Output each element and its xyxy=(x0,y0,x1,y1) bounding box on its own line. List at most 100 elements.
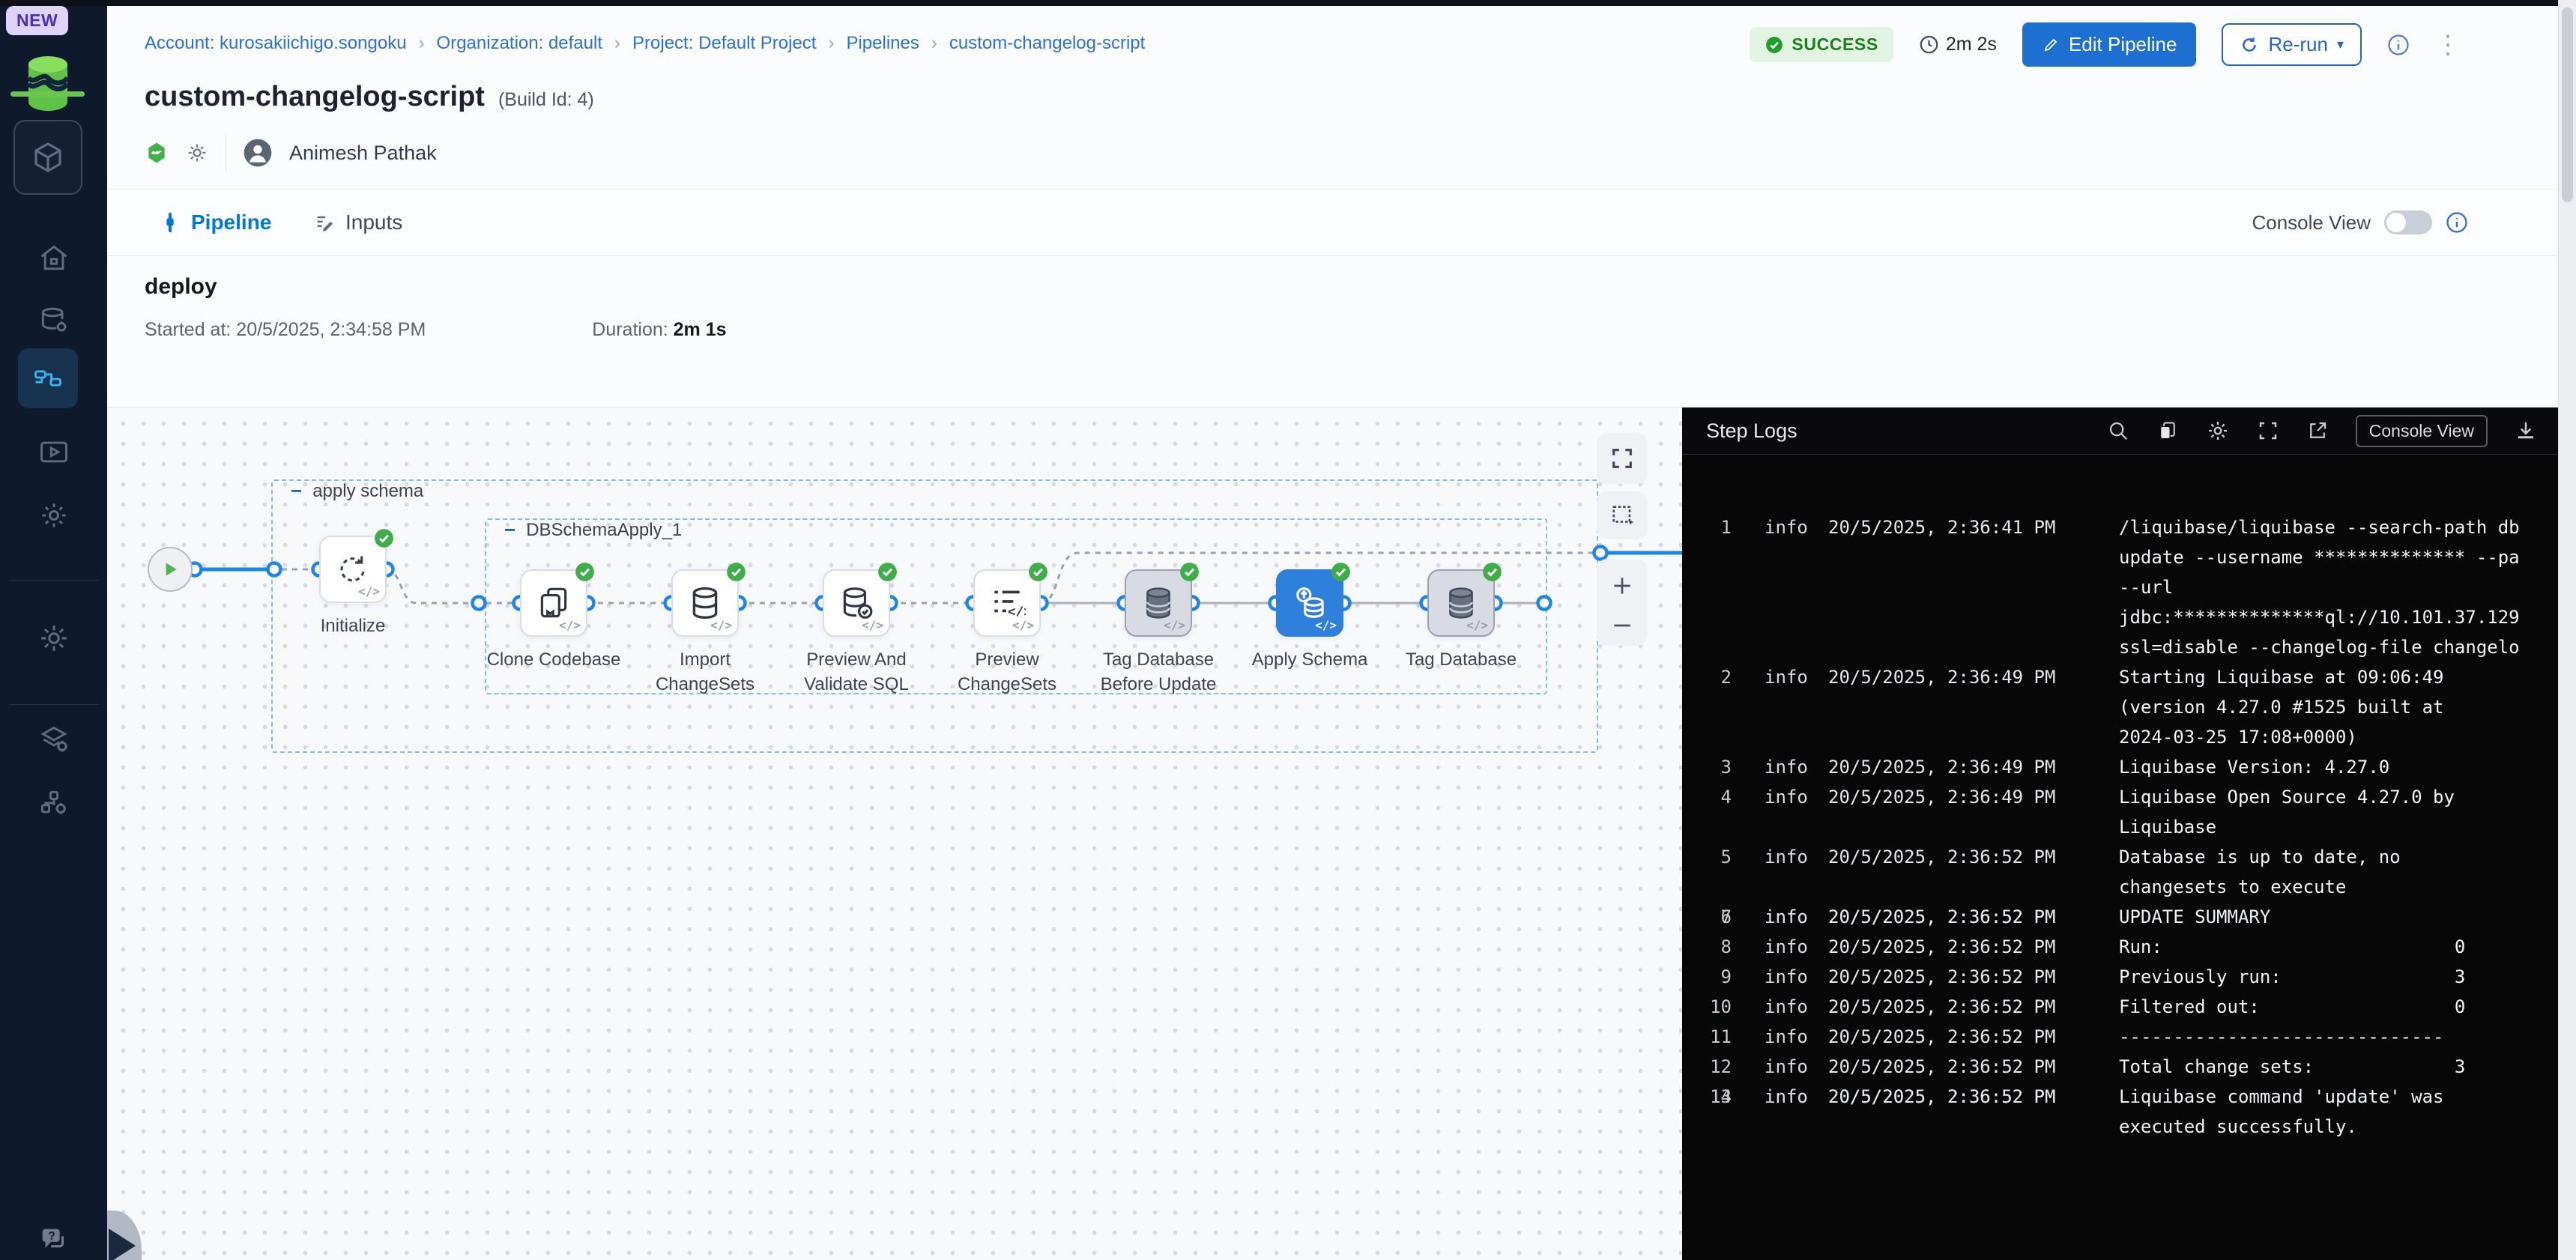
zoom-out-button[interactable] xyxy=(1610,620,1634,631)
log-message: UPDATE SUMMARY xyxy=(2119,902,2558,932)
kebab-menu-icon[interactable]: ⋮ xyxy=(2435,30,2461,60)
open-external-icon[interactable] xyxy=(2306,420,2329,442)
pipeline-settings-gear-icon[interactable] xyxy=(185,141,209,165)
breadcrumb-item[interactable]: Organization: default xyxy=(437,33,602,54)
breadcrumb-item[interactable]: Account: kurosakiichigo.songoku xyxy=(145,33,407,54)
step-logs-actions: Console View xyxy=(2107,415,2537,447)
active-module-underline xyxy=(10,91,85,97)
help-button[interactable]: ? xyxy=(0,1209,107,1260)
info-icon[interactable] xyxy=(2446,211,2468,234)
info-icon[interactable] xyxy=(2387,34,2410,56)
changesets-icon: </> xyxy=(988,584,1026,622)
copy-icon[interactable] xyxy=(2156,420,2179,442)
pipeline-step-initialize[interactable]: </> xyxy=(319,536,387,603)
tab-inputs[interactable]: Inputs xyxy=(314,190,402,255)
breadcrumb-item[interactable]: Project: Default Project xyxy=(632,33,816,54)
pipeline-step-preview-changesets[interactable]: </></> xyxy=(973,569,1041,637)
log-level: info xyxy=(1765,962,1808,992)
log-level: info xyxy=(1765,1022,1808,1052)
sidebar-item-settings[interactable] xyxy=(0,607,107,670)
tab-pipeline-label: Pipeline xyxy=(191,210,271,234)
log-level: info xyxy=(1765,842,1808,872)
log-level: info xyxy=(1765,1082,1808,1112)
sidebar-item-layers-gear[interactable] xyxy=(0,709,107,772)
pipeline-step-apply-schema[interactable]: </> xyxy=(1276,569,1343,637)
status-badge: SUCCESS xyxy=(1750,27,1893,62)
log-line: 8info20/5/2025, 2:36:52 PMRun: 0 xyxy=(1682,932,2558,962)
scrollbar-thumb[interactable] xyxy=(2562,7,2573,202)
toggle-knob xyxy=(2386,213,2406,232)
sidebar-item-pipelines[interactable] xyxy=(18,348,78,408)
edit-pipeline-button[interactable]: Edit Pipeline xyxy=(2022,22,2197,67)
log-line-number: 8 xyxy=(1682,932,1732,962)
rerun-button[interactable]: Re-run ▾ xyxy=(2222,23,2362,66)
pipeline-step-tag-database-before-update[interactable]: </> xyxy=(1125,569,1192,637)
success-badge-icon xyxy=(877,562,898,582)
edit-pipeline-label: Edit Pipeline xyxy=(2069,33,2177,56)
database-devops-logo-icon[interactable] xyxy=(22,54,73,112)
step-logs-title: Step Logs xyxy=(1706,420,1798,443)
sidebar-item-network-gear[interactable] xyxy=(0,772,107,835)
pipeline-graph-canvas[interactable]: − apply schema − DBSchemaApply_1 </>Init… xyxy=(107,408,1682,1260)
console-view-toggle[interactable] xyxy=(2384,210,2432,234)
sidebar-item-executions[interactable] xyxy=(0,420,107,483)
log-level: info xyxy=(1765,512,1808,542)
pipelines-icon xyxy=(31,362,64,395)
pipeline-step-import-changesets[interactable]: </> xyxy=(671,569,739,637)
sidebar-expand-arrow[interactable] xyxy=(109,1229,139,1260)
breadcrumb-separator: › xyxy=(931,33,937,54)
log-line-number: 5 xyxy=(1682,842,1732,872)
gear-icon[interactable] xyxy=(2206,419,2230,443)
sidebar-item-home[interactable] xyxy=(0,226,107,289)
start-node[interactable] xyxy=(148,547,193,592)
step-logs-panel: Step Logs xyxy=(1682,408,2558,1260)
settings-thin-icon xyxy=(37,499,70,532)
harness-pipeline-execution-page: NEW ? Account: kurosakiichigo.songoku›Or… xyxy=(0,0,2576,1260)
log-line-number: 11 xyxy=(1682,1022,1732,1052)
page-scrollbar[interactable] xyxy=(2558,0,2576,1260)
pipeline-step-clone-codebase[interactable]: </> xyxy=(520,569,587,637)
download-icon[interactable] xyxy=(2515,420,2537,442)
step-yaml-icon: </> xyxy=(1164,618,1185,632)
log-level: info xyxy=(1765,752,1808,782)
zoom-in-button[interactable] xyxy=(1610,574,1634,598)
log-message: /liquibase/liquibase --search-path db up… xyxy=(2119,512,2558,662)
rerun-label: Re-run xyxy=(2268,33,2327,56)
log-message: Database is up to date, no changesets to… xyxy=(2119,842,2558,902)
log-level: info xyxy=(1765,932,1808,962)
fullscreen-canvas-button[interactable] xyxy=(1597,433,1648,484)
step-label: Preview ChangeSets xyxy=(936,647,1078,697)
clone-icon xyxy=(535,584,572,622)
pipeline-step-tag-database[interactable]: </> xyxy=(1427,569,1495,637)
breadcrumb-separator: › xyxy=(419,33,425,54)
build-id: (Build Id: 4) xyxy=(498,89,594,111)
inputs-tab-icon xyxy=(314,212,335,233)
console-view-button[interactable]: Console View xyxy=(2356,415,2488,447)
tab-pipeline[interactable]: Pipeline xyxy=(160,190,271,255)
log-lines: 1info20/5/2025, 2:36:41 PM/liquibase/liq… xyxy=(1682,455,2558,1260)
marquee-select-button[interactable] xyxy=(1597,491,1648,539)
database-filled-icon xyxy=(1442,584,1480,622)
apply-schema-icon xyxy=(1291,584,1328,622)
home-icon xyxy=(37,241,70,274)
tabs-bar: Pipeline Inputs Console View xyxy=(107,190,2558,255)
status-text: SUCCESS xyxy=(1792,34,1878,55)
expand-fullscreen-icon[interactable] xyxy=(2257,420,2279,442)
breadcrumb-item[interactable]: custom-changelog-script xyxy=(949,33,1145,54)
sidebar-divider xyxy=(9,704,98,705)
log-timestamp: 20/5/2025, 2:36:52 PM xyxy=(1828,902,2055,932)
sidebar-item-settings-thin[interactable] xyxy=(0,484,107,547)
layers-gear-icon xyxy=(37,724,70,757)
log-line-number: 1 xyxy=(1682,512,1732,542)
sidebar-item-database-gear[interactable] xyxy=(0,289,107,352)
search-icon[interactable] xyxy=(2107,420,2129,442)
log-message: Liquibase Open Source 4.27.0 by Liquibas… xyxy=(2119,782,2558,842)
breadcrumb-item[interactable]: Pipelines xyxy=(846,33,919,54)
tab-inputs-label: Inputs xyxy=(345,210,402,234)
step-label: Tag Database xyxy=(1390,647,1532,672)
pipeline-step-preview-and-validate-sql[interactable]: </> xyxy=(823,569,890,637)
step-yaml-icon: </> xyxy=(1315,618,1337,632)
sidebar-item-module-cube[interactable] xyxy=(13,120,82,195)
log-timestamp: 20/5/2025, 2:36:49 PM xyxy=(1828,662,2055,692)
log-line: 12info20/5/2025, 2:36:52 PMTotal change … xyxy=(1682,1052,2558,1082)
